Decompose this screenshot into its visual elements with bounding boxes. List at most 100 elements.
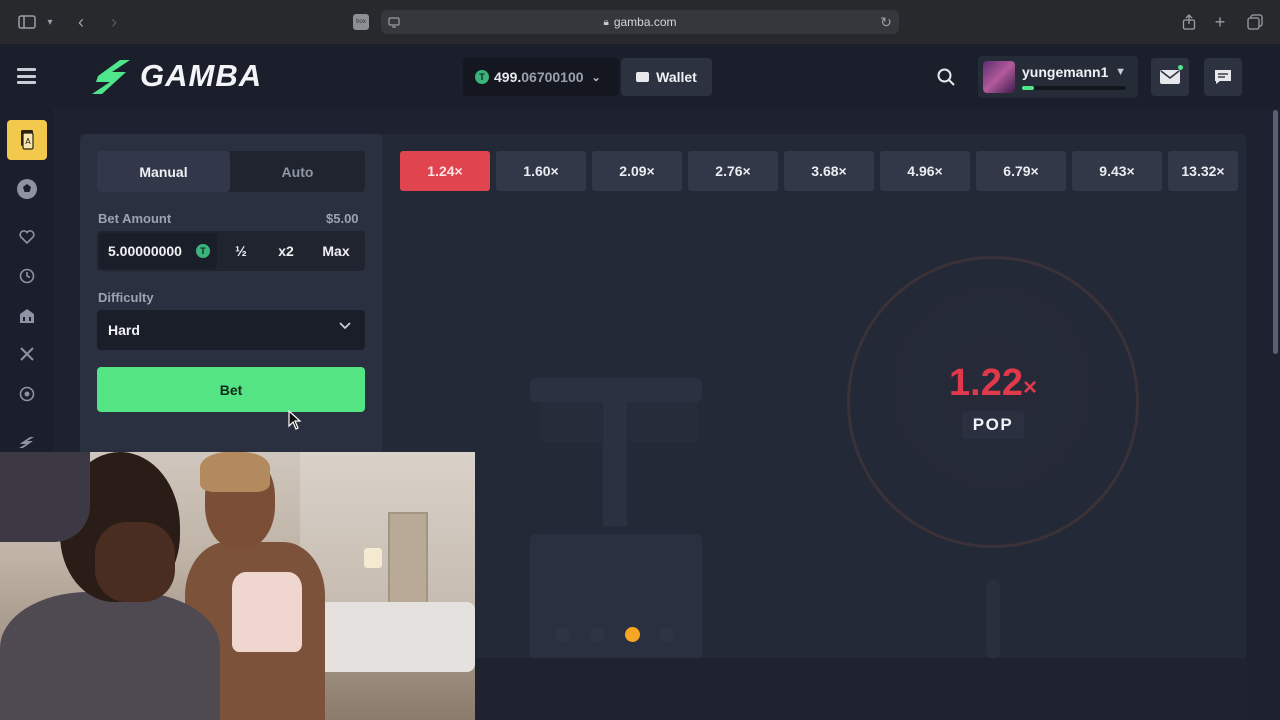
share-icon[interactable]: [1180, 12, 1198, 32]
logo-text: GAMBA: [140, 58, 263, 93]
sidebar-item-sports[interactable]: [7, 169, 47, 209]
xp-progress-bar: [1022, 86, 1126, 90]
webcam-person-right-top: [232, 572, 302, 652]
half-bet-button[interactable]: ½: [221, 233, 261, 269]
multiplier-step: 13.32×: [1168, 151, 1238, 191]
page-scrollbar[interactable]: [1273, 110, 1278, 354]
bet-amount-label: Bet Amount: [98, 211, 172, 226]
multiplier-step: 2.09×: [592, 151, 682, 191]
history-icon: [19, 268, 35, 284]
multiplier-step: 3.68×: [784, 151, 874, 191]
svg-text:A: A: [25, 137, 31, 146]
pump-base: [530, 534, 702, 659]
menu-icon[interactable]: [17, 68, 36, 84]
lock-icon: 🔒︎: [603, 16, 609, 28]
chevron-down-icon: ⌄: [591, 71, 601, 84]
sports-ball-icon: [17, 179, 37, 199]
building-icon: [20, 309, 34, 323]
chevron-down-icon[interactable]: ▾: [44, 14, 56, 30]
avatar: [983, 61, 1015, 93]
tab-auto[interactable]: Auto: [231, 151, 364, 192]
balance-main: 499.: [494, 69, 522, 85]
forward-arrow-icon[interactable]: ›: [106, 12, 122, 32]
gamba-logo[interactable]: GAMBA: [90, 54, 262, 98]
difficulty-value: Hard: [108, 322, 140, 338]
new-tab-icon[interactable]: +: [1211, 12, 1229, 32]
browser-toolbar: ▾ ‹ › box 🔒︎ gamba.com ↻ +: [0, 0, 1280, 44]
crossed-swords-icon: [20, 347, 34, 361]
webcam-overlay: [0, 452, 475, 720]
progress-dot: [625, 627, 640, 642]
notification-dot: [1178, 65, 1183, 70]
multiplier-step: 4.96×: [880, 151, 970, 191]
chat-button[interactable]: [1204, 58, 1242, 96]
multiplier-step: 9.43×: [1072, 151, 1162, 191]
sidebar-toggle-icon[interactable]: [17, 13, 37, 31]
multiplier-step: 6.79×: [976, 151, 1066, 191]
difficulty-select[interactable]: Hard: [97, 310, 365, 350]
double-bet-button[interactable]: x2: [265, 233, 307, 269]
multiplier-step: 2.76×: [688, 151, 778, 191]
bet-amount-value: 5.00000000: [108, 243, 182, 259]
mode-tabs: Manual Auto: [97, 151, 365, 192]
chevron-down-icon: ▼: [1115, 66, 1126, 78]
progress-dot: [590, 627, 605, 642]
tab-manual[interactable]: Manual: [97, 151, 230, 192]
max-bet-button[interactable]: Max: [311, 233, 361, 269]
url-text: gamba.com: [613, 15, 677, 29]
username: yungemann1: [1022, 64, 1109, 80]
sidebar-item-favorites[interactable]: [7, 217, 47, 257]
webcam-cap: [0, 452, 90, 542]
site-header: GAMBA T 499. 06700100 ⌄ Wallet yungemann1…: [0, 44, 1280, 108]
pop-status-label: POP: [962, 411, 1024, 439]
balance-selector[interactable]: T 499. 06700100 ⌄: [463, 58, 619, 96]
pump-grip-right: [628, 402, 698, 442]
bet-amount-input[interactable]: 5.00000000 T: [99, 233, 217, 269]
webcam-person-left-face: [95, 522, 175, 602]
bet-amount-usd: $5.00: [326, 211, 359, 226]
gamba-mini-logo-icon: [19, 437, 34, 448]
user-menu[interactable]: yungemann1 ▼: [978, 56, 1138, 98]
search-icon: [937, 68, 955, 86]
progress-dot: [555, 627, 570, 642]
current-multiplier: 1.22×: [900, 362, 1086, 405]
pump-rod: [603, 402, 627, 526]
sidebar-item-originals[interactable]: [7, 296, 47, 336]
webcam-bed: [310, 602, 475, 672]
balance-decimals: 06700100: [521, 69, 584, 85]
progress-dot: [660, 627, 675, 642]
game-floor: [475, 658, 1246, 720]
search-button[interactable]: [927, 58, 965, 96]
tether-coin-icon: T: [196, 244, 210, 258]
mail-button[interactable]: [1151, 58, 1189, 96]
tab-favicon[interactable]: box: [353, 14, 369, 30]
webcam-person-left: [0, 592, 220, 720]
multiplier-step: 1.60×: [496, 151, 586, 191]
mail-icon: [1160, 70, 1180, 84]
sidebar-item-casino[interactable]: A: [7, 120, 47, 160]
sidebar-item-history[interactable]: [7, 256, 47, 296]
tether-coin-icon: T: [475, 70, 489, 84]
multiplier-suffix: ×: [1022, 374, 1037, 401]
difficulty-label: Difficulty: [98, 290, 154, 305]
mouse-cursor-icon: [288, 410, 302, 430]
wallet-icon: [636, 72, 650, 82]
balloon-nozzle: [986, 580, 1000, 658]
reload-icon[interactable]: ↻: [879, 14, 893, 30]
chevron-down-icon: [339, 322, 351, 330]
pump-grip-left: [540, 402, 602, 442]
bet-button[interactable]: Bet: [97, 367, 365, 412]
casino-cards-icon: A: [21, 130, 34, 150]
multiplier-step: 1.24×: [400, 151, 490, 191]
gamba-logo-mark-icon: [92, 60, 130, 94]
back-arrow-icon[interactable]: ‹: [73, 12, 89, 32]
wallet-button[interactable]: Wallet: [621, 58, 712, 96]
multiplier-value: 1.22: [949, 362, 1023, 404]
sidebar-item-battles[interactable]: [7, 334, 47, 374]
tab-overview-icon[interactable]: [1246, 12, 1264, 32]
address-bar[interactable]: 🔒︎ gamba.com ↻: [381, 10, 899, 34]
wallet-label: Wallet: [656, 69, 697, 85]
heart-icon: [19, 230, 35, 244]
sidebar-item-rewards[interactable]: [7, 374, 47, 414]
page-settings-icon[interactable]: [387, 15, 401, 29]
